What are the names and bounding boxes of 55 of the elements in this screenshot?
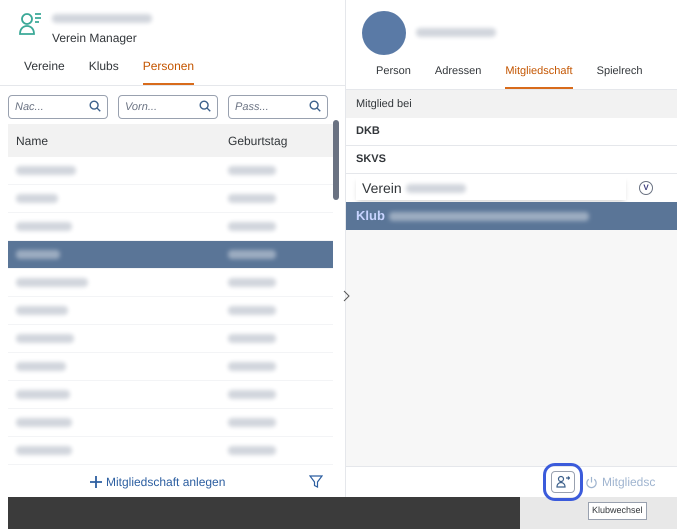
redacted-text [228, 222, 276, 231]
person-list-icon [18, 10, 44, 36]
member-of-text: SKVS [356, 152, 386, 168]
search-icon [308, 99, 322, 113]
add-membership-button[interactable]: Mitgliedschaft anlegen [90, 473, 226, 491]
popup-text: Verein [362, 178, 402, 198]
person-swap-icon [556, 475, 570, 489]
redacted-text [228, 446, 276, 455]
expand-chevron-icon[interactable] [343, 290, 350, 302]
search-field[interactable]: Pass... [228, 95, 328, 119]
redacted-text [228, 390, 276, 399]
redacted-text [16, 306, 68, 315]
column-header: Geburtstag [228, 132, 288, 150]
redacted-text [228, 194, 276, 203]
club-text: Klub [356, 207, 385, 226]
tooltip: Klubwechsel [588, 502, 647, 520]
tab[interactable]: Personen [142, 57, 194, 85]
table-row[interactable] [8, 241, 333, 269]
redacted-text [16, 334, 74, 343]
redacted-text [228, 166, 276, 175]
redacted-text [16, 194, 58, 203]
redacted-text [16, 250, 60, 259]
redacted-text [228, 278, 276, 287]
column-header: Mitglied bei [356, 96, 412, 112]
scrollbar[interactable] [333, 120, 339, 200]
app-subtitle: Verein Manager [52, 30, 138, 47]
redacted-text [406, 184, 466, 192]
redacted-text [16, 362, 66, 371]
search-field[interactable]: Nac... [8, 95, 108, 119]
redacted-text [16, 446, 72, 455]
redacted-text [16, 418, 72, 427]
redacted-text [228, 306, 276, 315]
search-icon [88, 99, 102, 113]
redacted-text [16, 390, 70, 399]
power-icon [585, 476, 598, 488]
avatar [362, 10, 406, 54]
redacted-text [228, 250, 276, 259]
filter-icon[interactable] [309, 475, 323, 489]
member-of-text: DKB [356, 124, 380, 140]
type-badge: V [639, 181, 653, 195]
redacted-text [16, 278, 88, 287]
redacted-text [228, 334, 276, 343]
tab[interactable]: Adressen [434, 62, 482, 89]
search-icon [198, 99, 212, 113]
redacted-text [16, 166, 76, 175]
search-field[interactable]: Vorn... [118, 95, 218, 119]
redacted-text [228, 362, 276, 371]
plus-icon [90, 476, 102, 488]
tab[interactable]: Person [376, 62, 411, 89]
redacted-text [228, 418, 276, 427]
tab[interactable]: Klubs [88, 57, 119, 85]
column-header: Name [15, 132, 50, 150]
tab[interactable]: Vereine [24, 57, 65, 85]
tab[interactable]: Spielrech [596, 62, 642, 89]
redacted-text [16, 222, 72, 231]
